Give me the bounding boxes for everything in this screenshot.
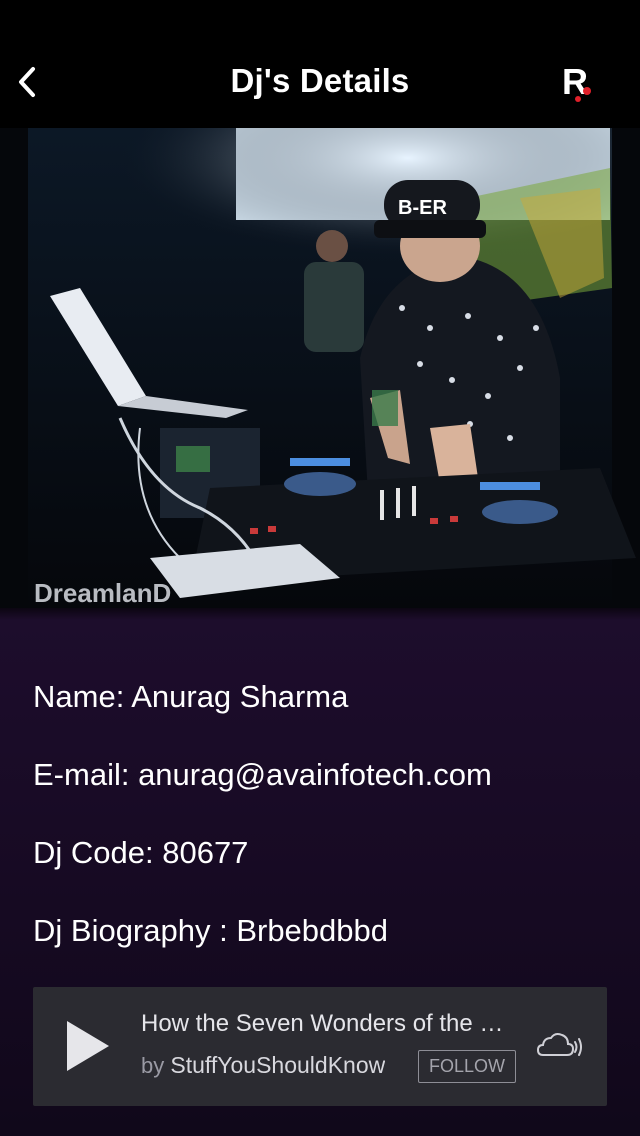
cap-text: B-ER [398, 197, 447, 219]
follow-button[interactable]: FOLLOW [418, 1050, 516, 1083]
screen: Dj's Details R B-ER DreamlanD Name: Anur… [0, 0, 640, 1136]
r-logo-icon: R [562, 61, 591, 102]
by-label: by [141, 1053, 165, 1078]
page-title: Dj's Details [230, 62, 410, 99]
artist-name[interactable]: StuffYouShouldKnow [170, 1052, 385, 1079]
track-byline: by StuffYouShouldKnow [141, 1052, 385, 1079]
track-title[interactable]: How the Seven Wonders of the World Work [141, 1010, 521, 1038]
header: Dj's Details R [0, 40, 640, 128]
dj-biography: Dj Biography : Brbebdbbd [33, 913, 389, 948]
dj-name: Name: Anurag Sharma [33, 679, 349, 714]
play-button[interactable] [63, 1019, 111, 1073]
logo-button[interactable]: R [560, 60, 594, 104]
dj-photo: B-ER DreamlanD [0, 128, 640, 608]
photo-watermark: DreamlanD [34, 578, 171, 608]
dj-code: Dj Code: 80677 [33, 835, 249, 870]
play-icon [67, 1021, 109, 1071]
soundcloud-button[interactable] [536, 1031, 583, 1061]
soundcloud-player: How the Seven Wonders of the World Work … [33, 987, 607, 1106]
logo-letter: R [562, 61, 588, 102]
dj-email: E-mail: anurag@avainfotech.com [33, 757, 492, 792]
dj-details: Name: Anurag Sharma E-mail: anurag@avain… [33, 668, 620, 980]
soundcloud-icon [536, 1033, 582, 1056]
